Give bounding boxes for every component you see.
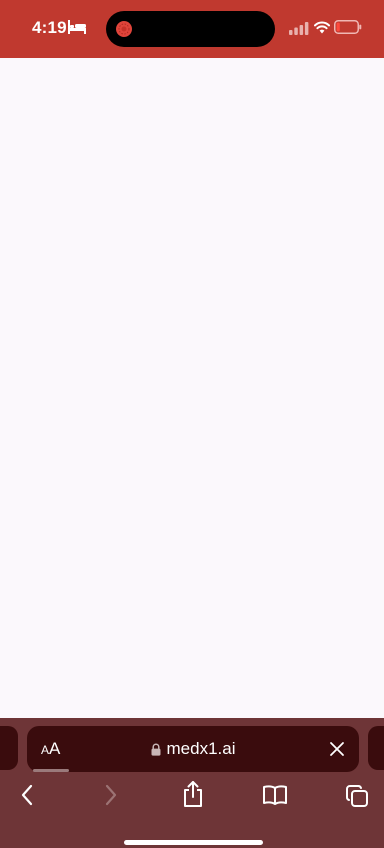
screen-recording-icon	[116, 21, 132, 37]
next-tab-peek[interactable]	[368, 726, 384, 770]
share-icon[interactable]	[182, 780, 204, 808]
tabs-icon[interactable]	[345, 784, 369, 808]
chevron-left-icon[interactable]	[20, 784, 34, 806]
chevron-right-icon[interactable]	[104, 784, 118, 806]
dynamic-island	[106, 11, 275, 47]
close-icon[interactable]	[329, 741, 345, 757]
bed-icon	[68, 20, 86, 34]
wifi-icon	[314, 21, 330, 34]
open-book-icon[interactable]	[262, 784, 288, 806]
home-indicator[interactable]	[124, 840, 263, 845]
browser-toolbar: AA medx1.ai	[0, 718, 384, 848]
status-time: 4:19	[32, 18, 67, 37]
address-bar[interactable]: AA medx1.ai	[27, 726, 359, 772]
url-text: medx1.ai	[166, 739, 236, 758]
cellular-signal-icon	[289, 22, 309, 35]
previous-tab-peek[interactable]	[0, 726, 18, 770]
navigation-row	[0, 780, 384, 812]
web-content-area[interactable]	[0, 58, 384, 718]
battery-low-icon	[334, 20, 362, 34]
url-display[interactable]: medx1.ai	[27, 726, 359, 772]
lock-icon	[151, 743, 160, 756]
status-bar: 4:19	[0, 0, 384, 58]
